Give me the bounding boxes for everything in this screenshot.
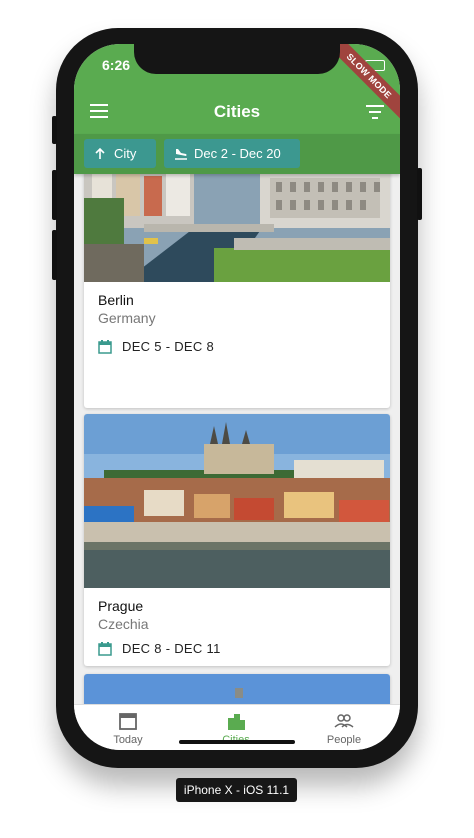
card-city-name: Prague bbox=[98, 598, 144, 614]
volume-down-button bbox=[52, 230, 57, 280]
card-country-name: Czechia bbox=[98, 616, 149, 632]
sort-city-chip[interactable]: City bbox=[84, 139, 156, 168]
card-date-range: DEC 8 - DEC 11 bbox=[122, 641, 221, 656]
flight-land-icon bbox=[175, 149, 187, 160]
calendar-icon bbox=[98, 340, 112, 354]
city-dome-photo bbox=[84, 674, 390, 704]
card-date-range: DEC 5 - DEC 8 bbox=[122, 339, 215, 354]
berlin-river-photo bbox=[84, 174, 390, 282]
power-button bbox=[417, 168, 422, 220]
status-time: 6:26 bbox=[102, 57, 131, 73]
nav-item-people[interactable]: People bbox=[290, 705, 398, 750]
calendar-icon bbox=[98, 642, 112, 656]
page-title: Cities bbox=[213, 102, 261, 121]
phone-notch bbox=[134, 44, 340, 74]
city-card-berlin[interactable]: Berlin Germany DEC 5 - DEC 8 bbox=[84, 174, 390, 408]
device-label: iPhone X - iOS 11.1 bbox=[176, 778, 297, 802]
sort-city-chip-label: City bbox=[114, 146, 137, 161]
nav-item-today[interactable]: Today bbox=[74, 705, 182, 750]
phone-screen: 6:26 SLOW MODE Cities City Dec 2 - Dec 2… bbox=[74, 44, 400, 750]
card-city-name: Berlin bbox=[98, 292, 134, 308]
date-range-chip-label: Dec 2 - Dec 20 bbox=[194, 146, 281, 161]
prague-castle-photo bbox=[84, 414, 390, 588]
city-list[interactable]: Berlin Germany DEC 5 - DEC 8 Prague Czec… bbox=[74, 174, 400, 704]
volume-up-button bbox=[52, 170, 57, 220]
calendar-icon bbox=[119, 713, 137, 730]
arrow-up-icon bbox=[95, 147, 105, 159]
app-bar: Cities bbox=[74, 90, 400, 134]
home-indicator[interactable] bbox=[179, 740, 295, 744]
people-icon bbox=[334, 714, 354, 728]
nav-item-label: Today bbox=[113, 734, 143, 746]
date-range-chip[interactable]: Dec 2 - Dec 20 bbox=[164, 139, 300, 168]
city-card-prague[interactable]: Prague Czechia DEC 8 - DEC 11 bbox=[84, 414, 390, 666]
mute-switch bbox=[52, 116, 57, 144]
nav-item-label: People bbox=[326, 734, 362, 746]
card-country-name: Germany bbox=[98, 310, 156, 326]
city-icon bbox=[228, 714, 245, 730]
filter-icon[interactable] bbox=[366, 105, 384, 119]
filter-chip-bar: City Dec 2 - Dec 20 bbox=[74, 134, 400, 174]
city-card-third[interactable] bbox=[84, 674, 390, 704]
